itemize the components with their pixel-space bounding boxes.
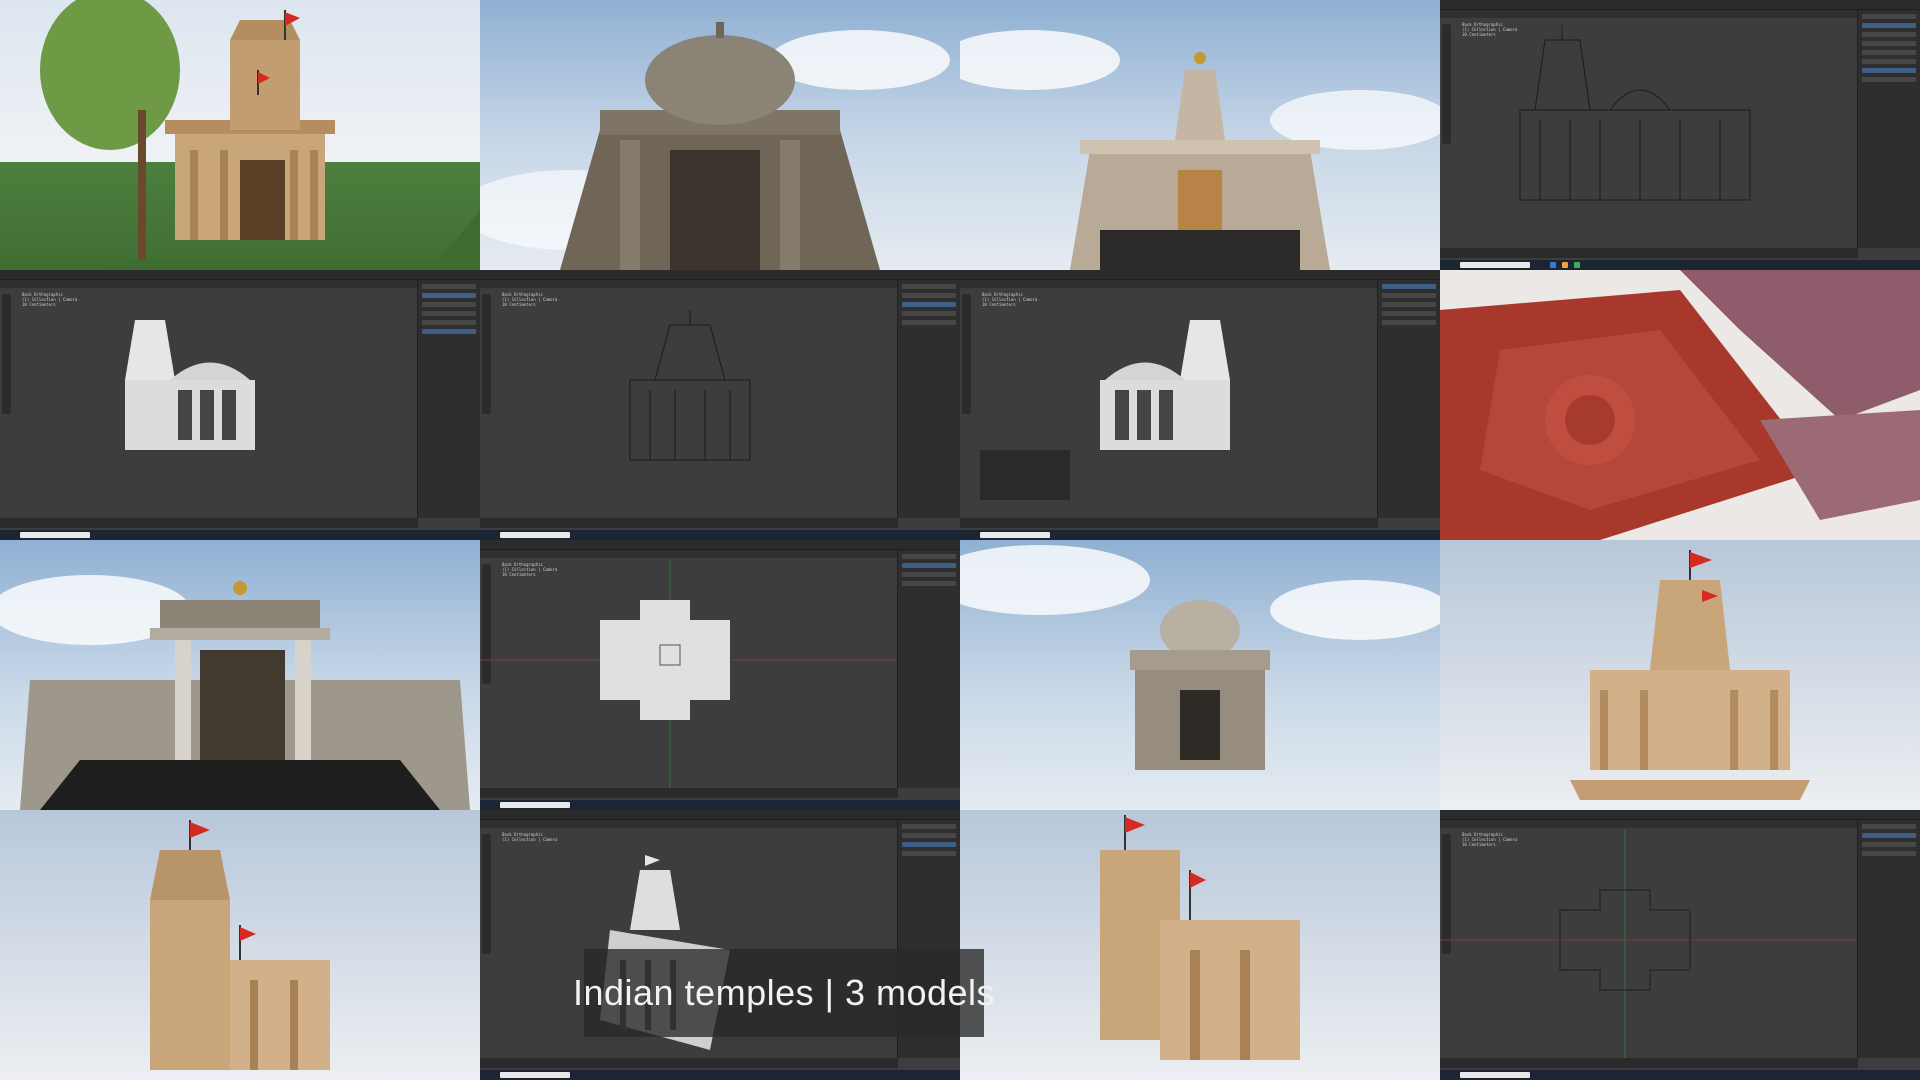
blender-tile-perspective: Back Orthographic (1) Collection | Camer… [480, 810, 960, 1080]
wireframe-temple-view [1519, 25, 1751, 201]
windows-taskbar [480, 800, 960, 810]
taskbar-search[interactable] [500, 1072, 570, 1078]
temple-entrance-image [0, 575, 470, 810]
windows-taskbar [0, 530, 480, 540]
temple-render-image [40, 0, 480, 270]
blender-tile-3: Back Orthographic (1) Collection | Camer… [480, 270, 960, 540]
windows-taskbar [1440, 260, 1920, 270]
windows-taskbar [480, 1070, 960, 1080]
blender-tile-1: Back Orthographic (1) Collection | Camer… [1440, 0, 1920, 270]
blender-tile-wire-plan: Back Orthographic (1) Collection | Camer… [1440, 810, 1920, 1080]
red-roof-image [1440, 270, 1920, 540]
sandstone-temple-front-image [1100, 815, 1300, 1060]
timeline [1440, 248, 1858, 258]
caption-text: Indian temples | 3 models [572, 972, 996, 1013]
windows-taskbar [480, 530, 960, 540]
taskbar-search[interactable] [500, 532, 570, 538]
render-tile-sandstone [0, 810, 480, 1080]
render-tile-sandstone-2 [960, 810, 1440, 1080]
domed-shrine-image [480, 22, 950, 270]
taskbar-search[interactable] [980, 532, 1050, 538]
taskbar-search[interactable] [20, 532, 90, 538]
collage-grid: Back Orthographic (1) Collection | Camer… [0, 0, 1920, 1080]
solid-temple-view [125, 320, 255, 450]
blender-tile-2: Back Orthographic (1) Collection | Camer… [0, 270, 480, 540]
blender-tile-top: Back Orthographic (1) Collection | Camer… [480, 540, 960, 810]
render-tile-red-roof [1440, 270, 1920, 540]
title-caption: Indian temples | 3 models [573, 949, 995, 1037]
taskbar-search[interactable] [1460, 262, 1530, 268]
taskbar-search[interactable] [1460, 1072, 1530, 1078]
render-tile-pillared [1440, 540, 1920, 810]
temple-golden-door-image [960, 30, 1440, 270]
app-icon[interactable] [1562, 262, 1568, 268]
pillared-temple-image [1570, 550, 1810, 800]
render-tile-dome [960, 540, 1440, 810]
windows-taskbar [1440, 1070, 1920, 1080]
perspective-solid-view [600, 855, 730, 1050]
blender-tile-4: Back Orthographic (1) Collection | Camer… [960, 270, 1440, 540]
render-tile-3 [960, 0, 1440, 270]
app-icon[interactable] [1574, 262, 1580, 268]
top-plan-view [480, 560, 898, 790]
sandstone-temple-image [150, 820, 330, 1070]
windows-taskbar [960, 530, 1440, 540]
top-wireframe-plan [1440, 830, 1858, 1060]
solid-mirrored-view [980, 320, 1230, 500]
domed-shrine-small-image [960, 545, 1440, 770]
render-tile-1 [0, 0, 480, 270]
taskbar-search[interactable] [500, 802, 570, 808]
properties-panel [1857, 10, 1920, 248]
render-tile-2 [480, 0, 960, 270]
app-icon[interactable] [1550, 262, 1556, 268]
wireframe-front-view [629, 310, 751, 461]
render-tile-entrance [0, 540, 480, 810]
